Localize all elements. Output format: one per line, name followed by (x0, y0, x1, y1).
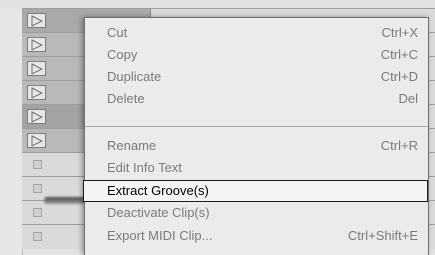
menu-item-shortcut: Ctrl+X (381, 25, 418, 40)
menu-item-label: Duplicate (107, 69, 162, 84)
play-icon (31, 135, 43, 147)
play-icon (31, 111, 43, 123)
play-icon (31, 15, 43, 27)
menu-item-label: Cut (107, 25, 128, 40)
clip-launch-button[interactable] (27, 37, 46, 52)
clip-launch-button[interactable] (27, 109, 46, 124)
menu-item-edit-info-text[interactable]: Edit Info Text (85, 157, 428, 179)
menu-item-shortcut: Del (398, 91, 418, 106)
menu-item-duplicate[interactable]: Duplicate Ctrl+D (85, 66, 428, 88)
menu-item-label: Rename (107, 138, 157, 153)
clip-launch-button[interactable] (27, 133, 46, 148)
menu-item-label: Copy (107, 47, 138, 62)
menu-item-label: Export MIDI Clip... (107, 228, 213, 243)
menu-item-label: Extract Groove(s) (107, 183, 209, 198)
scene-strip (0, 8, 23, 255)
menu-item-shortcut: Ctrl+R (380, 138, 418, 153)
menu-separator (85, 126, 428, 127)
menu-item-shortcut: Ctrl+C (380, 47, 418, 62)
clip-stop-button[interactable] (33, 232, 42, 241)
play-icon (31, 63, 43, 75)
clip-stop-button[interactable] (33, 160, 42, 169)
menu-item-shortcut: Ctrl+Shift+E (347, 228, 418, 243)
menu-item-export-midi-clip[interactable]: Export MIDI Clip... Ctrl+Shift+E (85, 225, 428, 247)
menu-item-extract-grooves[interactable]: Extract Groove(s) (83, 180, 428, 202)
menu-item-shortcut: Ctrl+D (380, 69, 418, 84)
clip-stop-button[interactable] (33, 184, 42, 193)
menu-item-cut[interactable]: Cut Ctrl+X (85, 22, 428, 44)
clip-launch-button[interactable] (27, 61, 46, 76)
menu-item-label: Edit Info Text (107, 160, 182, 175)
menu-item-label: Delete (107, 91, 145, 106)
menu-item-label: Deactivate Clip(s) (107, 205, 210, 220)
play-icon (31, 39, 43, 51)
play-icon (31, 87, 43, 99)
menu-item-rename[interactable]: Rename Ctrl+R (85, 135, 428, 157)
clip-launch-button[interactable] (27, 13, 46, 28)
clip-launch-button[interactable] (27, 85, 46, 100)
clip-stop-button[interactable] (33, 208, 42, 217)
menu-item-copy[interactable]: Copy Ctrl+C (85, 44, 428, 66)
menu-item-deactivate-clips[interactable]: Deactivate Clip(s) (85, 202, 428, 224)
context-menu: Cut Ctrl+X Copy Ctrl+C Duplicate Ctrl+D … (83, 17, 429, 255)
menu-item-delete[interactable]: Delete Del (85, 88, 428, 110)
